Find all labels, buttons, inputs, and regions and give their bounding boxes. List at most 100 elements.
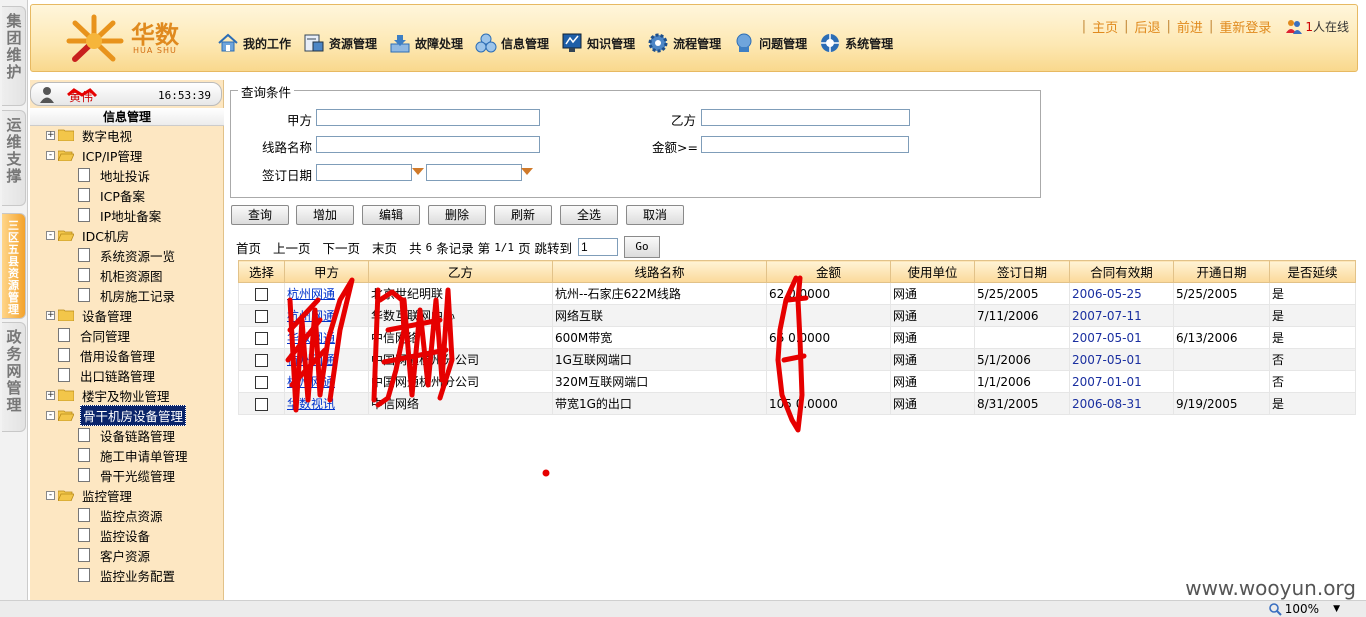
select-all-button[interactable]: 全选 — [560, 205, 618, 225]
nav-resource[interactable]: 资源管理 — [303, 32, 377, 54]
expand-icon[interactable]: + — [46, 130, 55, 140]
tree-item[interactable]: 监控业务配置 — [78, 565, 177, 585]
nav-info[interactable]: 信息管理 — [475, 32, 549, 54]
table-row[interactable]: 杭州网通 华数互联网中心 网络互联 网通 7/11/2006 2007-07-11 是 — [238, 304, 1356, 327]
date-to-picker-icon[interactable] — [521, 168, 533, 175]
tree-item[interactable]: 施工申请单管理 — [78, 445, 190, 465]
cancel-button[interactable]: 取消 — [626, 205, 684, 225]
zoom-control[interactable]: 100% ▼ — [1268, 602, 1340, 616]
tree-item[interactable]: 监控设备 — [78, 525, 152, 545]
table-row[interactable]: 华数网通 中信网络 600M带宽 66 0.0000 网通 2007-05-01 6/13/… — [238, 326, 1356, 349]
back-link[interactable]: 后退 — [1135, 17, 1161, 36]
line-name-input[interactable] — [316, 136, 540, 153]
fault-icon — [390, 35, 410, 53]
date-from-input[interactable] — [316, 164, 412, 181]
row-checkbox[interactable] — [255, 287, 268, 301]
jump-page-input[interactable] — [578, 238, 619, 256]
tree-item[interactable]: - 骨干机房设备管理 — [46, 404, 187, 426]
tree-item-label: 施工申请单管理 — [100, 448, 188, 464]
edit-button[interactable]: 编辑 — [362, 205, 420, 225]
tab-ops-support[interactable]: 运维支撑 — [2, 110, 26, 206]
party-a-link[interactable]: 华数视讯 — [287, 397, 335, 411]
table-row[interactable]: 杭州网通 中国网通杭州分公司 1G互联网端口 网通 5/1/2006 2007-05-01… — [238, 348, 1356, 371]
nav-label: 我的工作 — [243, 36, 292, 51]
home-link[interactable]: 主页 — [1092, 17, 1118, 36]
tree-item[interactable]: + 楼宇及物业管理 — [46, 385, 172, 405]
tree-item[interactable]: 骨干光缆管理 — [78, 465, 177, 485]
tree-item[interactable]: 系统资源一览 — [78, 245, 177, 265]
expand-icon[interactable]: + — [46, 310, 55, 320]
tree-item[interactable]: 客户资源 — [78, 545, 152, 565]
cont-cell: 是 — [1269, 304, 1356, 327]
row-checkbox[interactable] — [255, 309, 268, 323]
tree-item[interactable]: 设备链路管理 — [78, 425, 177, 445]
tab-gov-network[interactable]: 政务网管理 — [2, 322, 26, 432]
valid-cell: 2007-05-01 — [1069, 348, 1174, 371]
tab-district-resource[interactable]: 三区五县资源管理 — [2, 213, 26, 319]
tree-item[interactable]: 借用设备管理 — [46, 345, 157, 365]
sign-date-label: 签订日期 — [261, 168, 312, 183]
tree-item[interactable]: - ICP/IP管理 — [46, 145, 144, 165]
last-page-link[interactable]: 末页 — [372, 238, 397, 257]
tree-item[interactable]: 机房施工记录 — [78, 285, 177, 305]
unit-cell: 网通 — [890, 282, 975, 305]
table-row[interactable]: 华数视讯 中信网络 带宽1G的出口 105 0.0000 网通 8/31/2005 2006… — [238, 392, 1356, 415]
collapse-icon[interactable]: - — [46, 230, 55, 240]
party-a-input[interactable] — [316, 109, 540, 126]
nav-knowledge[interactable]: 知识管理 — [561, 32, 635, 54]
tree-item[interactable]: + 数字电视 — [46, 125, 134, 145]
online-users[interactable]: 1 人在线 — [1285, 18, 1349, 35]
chevron-down-icon[interactable]: ▼ — [1333, 604, 1340, 614]
collapse-icon[interactable]: - — [46, 490, 55, 500]
watermark-text: www.wooyun.org — [1185, 576, 1356, 600]
table-row[interactable]: 杭州网通 中国网通杭州分公司 320M互联网端口 网通 1/1/2006 2007-01-… — [238, 370, 1356, 393]
collapse-icon[interactable]: - — [46, 150, 55, 160]
tree-item[interactable]: - IDC机房 — [46, 225, 131, 245]
nav-problem[interactable]: 问题管理 — [733, 32, 807, 54]
tree-item-label: 系统资源一览 — [100, 248, 176, 264]
row-checkbox[interactable] — [255, 331, 268, 345]
tree-item[interactable]: 合同管理 — [46, 325, 132, 345]
party-a-link[interactable]: 杭州网通 — [287, 309, 335, 323]
tree-item[interactable]: ICP备案 — [78, 185, 147, 205]
query-button[interactable]: 查询 — [231, 205, 289, 225]
add-button[interactable]: 增加 — [296, 205, 354, 225]
tree-item[interactable]: - 监控管理 — [46, 485, 134, 505]
amount-input[interactable] — [701, 136, 909, 153]
tab-group-maintenance[interactable]: 集团维护 — [2, 6, 26, 106]
party-a-link[interactable]: 杭州网通 — [287, 287, 335, 301]
date-to-input[interactable] — [426, 164, 522, 181]
tree-item[interactable]: + 设备管理 — [46, 305, 134, 325]
tree-item[interactable]: IP地址备案 — [78, 205, 163, 225]
first-page-link[interactable]: 首页 — [236, 238, 261, 257]
table-row[interactable]: 杭州网通 北京世纪明联 杭州--石家庄622M线路 62 0.0000 网通 5/25/2… — [238, 282, 1356, 305]
go-button[interactable]: Go — [624, 236, 661, 258]
party-a-link[interactable]: 杭州网通 — [287, 353, 335, 367]
tree-item[interactable]: 地址投诉 — [78, 165, 152, 185]
sign-cell: 5/25/2005 — [974, 282, 1070, 305]
date-from-picker-icon[interactable] — [412, 168, 424, 175]
nav-process[interactable]: 流程管理 — [647, 32, 721, 54]
delete-button[interactable]: 删除 — [428, 205, 486, 225]
party-a-link[interactable]: 华数网通 — [287, 331, 335, 345]
tree-item[interactable]: 机柜资源图 — [78, 265, 165, 285]
tree-item-label: 地址投诉 — [100, 168, 151, 184]
next-page-link[interactable]: 下一页 — [323, 238, 361, 257]
party-a-link[interactable]: 杭州网通 — [287, 375, 335, 389]
row-checkbox[interactable] — [255, 353, 268, 367]
nav-my-work[interactable]: 我的工作 — [217, 32, 291, 54]
column-header: 开通日期 — [1173, 260, 1270, 283]
tree-item[interactable]: 监控点资源 — [78, 505, 165, 525]
nav-fault[interactable]: 故障处理 — [389, 32, 463, 54]
row-checkbox[interactable] — [255, 375, 268, 389]
prev-page-link[interactable]: 上一页 — [273, 238, 311, 257]
row-checkbox[interactable] — [255, 397, 268, 411]
relogin-link[interactable]: 重新登录 — [1219, 17, 1271, 36]
tree-item[interactable]: 出口链路管理 — [46, 365, 157, 385]
party-b-input[interactable] — [701, 109, 910, 126]
collapse-icon[interactable]: - — [46, 410, 55, 420]
forward-link[interactable]: 前进 — [1177, 17, 1203, 36]
refresh-button[interactable]: 刷新 — [494, 205, 552, 225]
expand-icon[interactable]: + — [46, 390, 55, 400]
nav-system[interactable]: 系统管理 — [819, 32, 893, 54]
